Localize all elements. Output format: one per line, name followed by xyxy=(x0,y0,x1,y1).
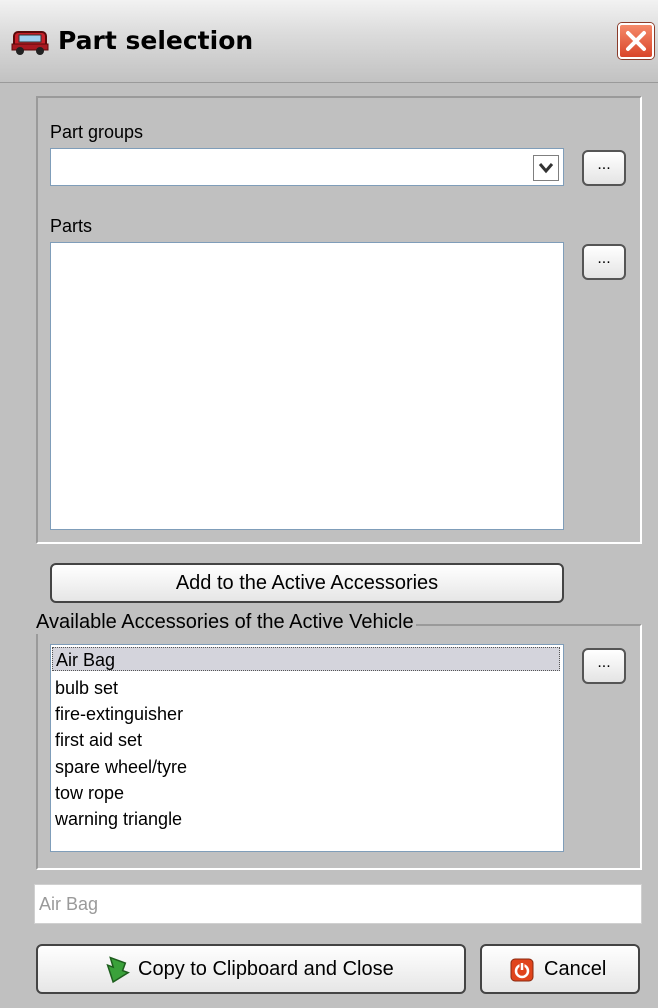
part-groups-combobox[interactable] xyxy=(50,148,564,186)
dropdown-button[interactable] xyxy=(533,155,559,181)
window-title: Part selection xyxy=(58,26,254,55)
copy-to-clipboard-button[interactable]: Copy to Clipboard and Close xyxy=(36,944,466,994)
parts-label: Parts xyxy=(50,216,93,236)
part-groups-label: Part groups xyxy=(50,122,144,142)
accessories-list[interactable]: Air Bag bulb set fire-extinguisher first… xyxy=(50,644,564,852)
close-icon xyxy=(626,31,646,51)
list-item[interactable]: bulb set xyxy=(55,676,118,700)
car-icon xyxy=(10,28,50,56)
parts-browse-button[interactable]: ... xyxy=(582,244,626,280)
part-groups-browse-button[interactable]: ... xyxy=(582,150,626,186)
close-button[interactable] xyxy=(618,23,654,59)
arrow-icon xyxy=(100,956,130,992)
accessories-legend: Available Accessories of the Active Vehi… xyxy=(34,611,416,634)
list-item[interactable]: fire-extinguisher xyxy=(55,702,183,726)
chevron-down-icon xyxy=(538,163,554,174)
selected-accessory-field[interactable]: Air Bag xyxy=(34,884,642,924)
copy-button-label: Copy to Clipboard and Close xyxy=(138,958,394,980)
accessories-browse-button[interactable]: ... xyxy=(582,648,626,684)
parts-list[interactable] xyxy=(50,242,564,530)
add-to-active-accessories-button[interactable]: Add to the Active Accessories xyxy=(50,563,564,603)
list-item-air-bag[interactable]: Air Bag xyxy=(52,647,560,671)
cancel-button-label: Cancel xyxy=(544,958,607,980)
power-icon xyxy=(510,958,534,988)
list-item[interactable]: first aid set xyxy=(55,728,142,752)
list-item[interactable]: warning triangle xyxy=(55,807,182,831)
list-item[interactable]: tow rope xyxy=(55,781,124,805)
title-bar[interactable]: Part selection xyxy=(0,0,658,83)
cancel-button[interactable]: Cancel xyxy=(480,944,640,994)
part-selection-window: Part selection Part groups ... Parts ...… xyxy=(0,0,658,1008)
list-item[interactable]: spare wheel/tyre xyxy=(55,755,187,779)
